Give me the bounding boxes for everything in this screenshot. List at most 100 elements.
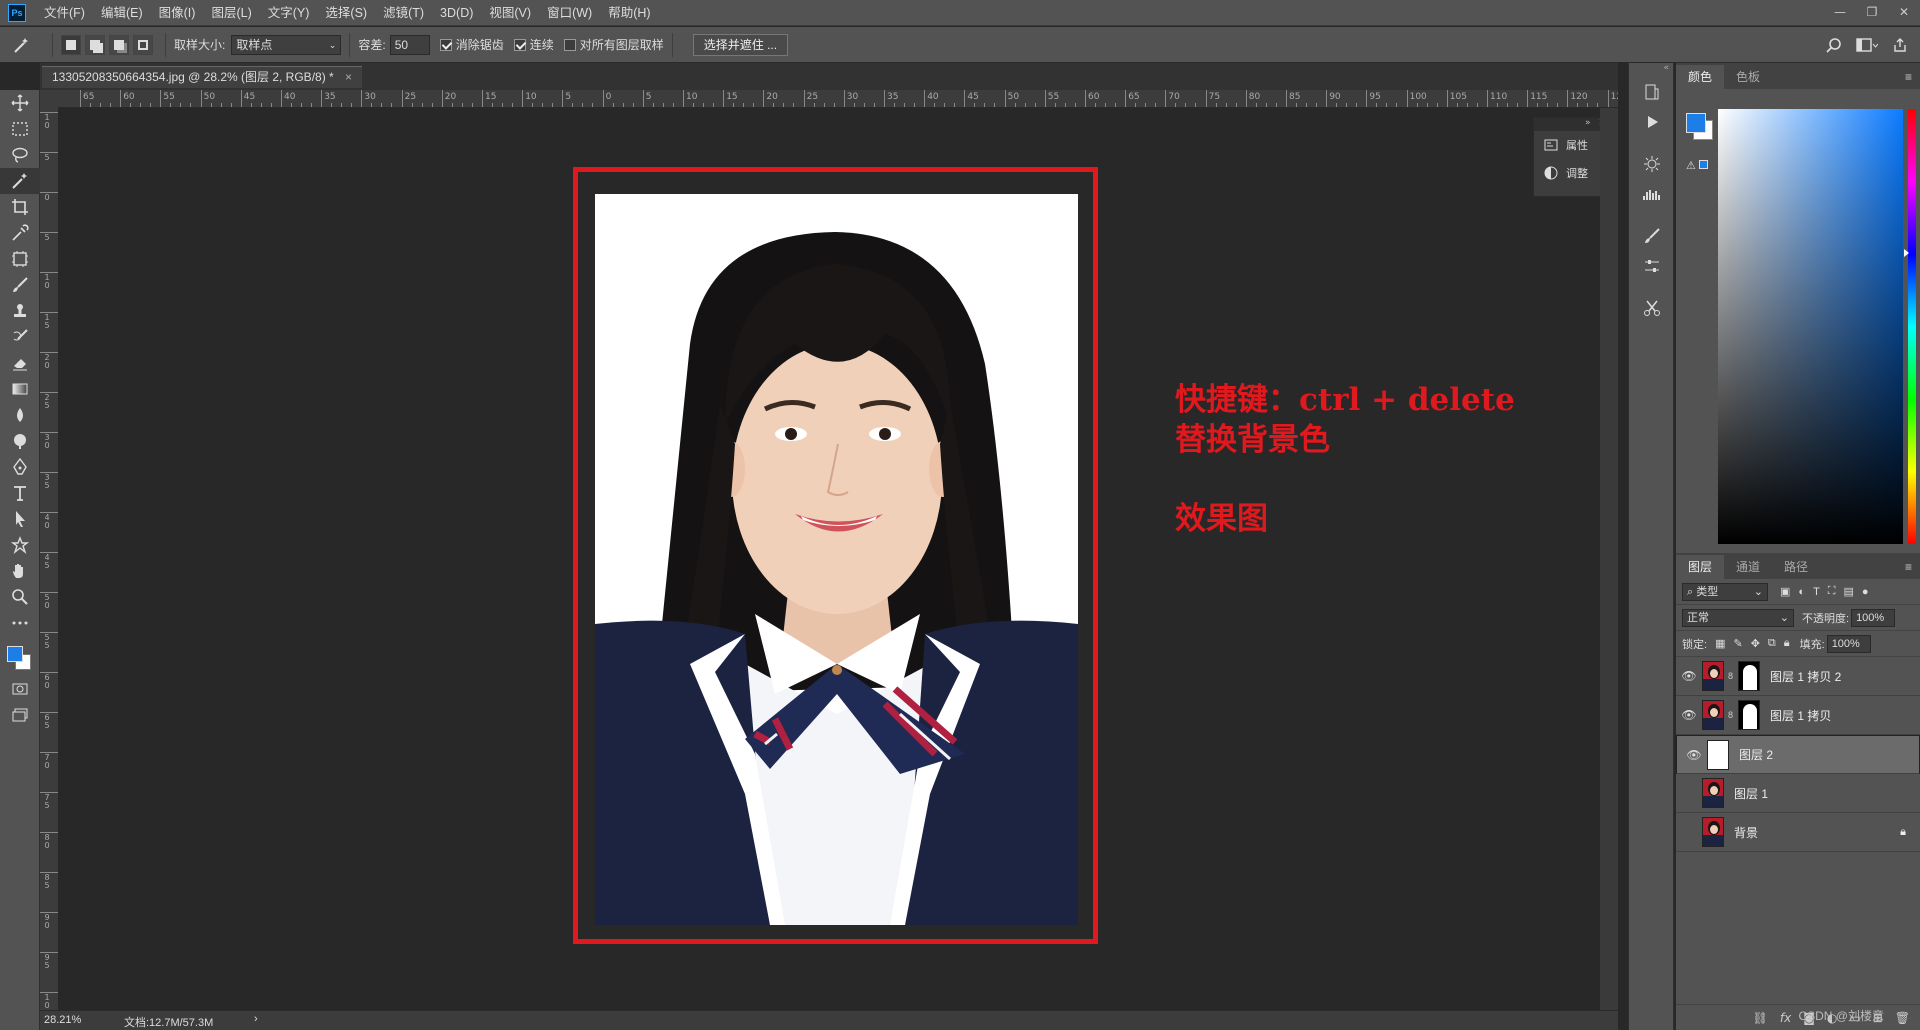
panel-menu-icon[interactable]: ≡	[1905, 65, 1920, 89]
blend-mode-select[interactable]: 正常 ⌄	[1682, 608, 1794, 627]
pen-tool[interactable]	[0, 454, 40, 480]
menu-3d[interactable]: 3D(D)	[432, 0, 481, 26]
close-tab-icon[interactable]: ×	[345, 70, 352, 84]
lock-artboard-icon[interactable]: ⧉	[1768, 637, 1776, 650]
gamut-warning-icon[interactable]: ⚠	[1686, 159, 1708, 172]
new-selection-button[interactable]	[61, 34, 81, 55]
blur-tool[interactable]	[0, 402, 40, 428]
lock-position-icon[interactable]: ✥	[1751, 637, 1760, 650]
filter-adjustment-icon[interactable]: ◐	[1798, 586, 1805, 598]
layer-row[interactable]: 👁︎ 8 图层 1 拷贝 2	[1676, 657, 1920, 696]
brush-tool[interactable]	[0, 272, 40, 298]
share-icon[interactable]	[1892, 37, 1908, 53]
screen-mode-button[interactable]	[0, 702, 40, 728]
magic-wand-tool[interactable]	[0, 168, 40, 194]
menu-help[interactable]: 帮助(H)	[600, 0, 658, 26]
tab-color[interactable]: 颜色	[1676, 65, 1725, 89]
menu-file[interactable]: 文件(F)	[36, 0, 93, 26]
hue-slider-handle[interactable]	[1904, 249, 1909, 257]
zoom-level[interactable]: 28.21%	[44, 1014, 81, 1026]
stamp-tool[interactable]	[0, 298, 40, 324]
document-tab[interactable]: 13305208350664354.jpg @ 28.2% (图层 2, RGB…	[42, 66, 363, 88]
menu-image[interactable]: 图像(I)	[151, 0, 204, 26]
more-tools[interactable]	[0, 610, 40, 636]
path-select-tool[interactable]	[0, 506, 40, 532]
mask-link-icon[interactable]: 8	[1728, 710, 1736, 720]
navigator-panel-button[interactable]	[1629, 149, 1675, 179]
lock-all-icon[interactable]: 🔒︎	[1784, 637, 1790, 650]
mask-link-icon[interactable]: 8	[1728, 671, 1736, 681]
lock-pixels-icon[interactable]: ✎	[1733, 637, 1742, 650]
gradient-tool[interactable]	[0, 376, 40, 402]
menu-filter[interactable]: 滤镜(T)	[375, 0, 432, 26]
shape-tool[interactable]	[0, 532, 40, 558]
layer-mask-thumbnail[interactable]	[1738, 700, 1760, 730]
visibility-eye-icon[interactable]: 👁︎	[1676, 825, 1702, 839]
histogram-panel-button[interactable]	[1629, 179, 1675, 209]
layer-row[interactable]: 👁︎ 8 图层 1 拷贝	[1676, 696, 1920, 735]
color-foreground-swatch[interactable]	[1686, 113, 1706, 133]
layer-mask-thumbnail[interactable]	[1738, 661, 1760, 691]
menu-view[interactable]: 视图(V)	[481, 0, 539, 26]
filter-smart-icon[interactable]: ▤	[1844, 585, 1854, 598]
layer-row[interactable]: 👁︎ 背景 🔒︎	[1676, 813, 1920, 852]
lasso-tool[interactable]	[0, 142, 40, 168]
workspace-icon[interactable]	[1856, 37, 1878, 53]
sample-size-select[interactable]: 取样点 ⌄	[231, 34, 342, 55]
link-icon[interactable]: ⛓	[1753, 1011, 1768, 1025]
hue-slider[interactable]	[1908, 109, 1916, 544]
add-selection-button[interactable]	[85, 34, 105, 55]
filter-toggle-icon[interactable]: ●	[1862, 586, 1869, 598]
dodge-tool[interactable]	[0, 428, 40, 454]
actions-panel-button[interactable]	[1629, 107, 1675, 137]
lock-icon[interactable]: 🔒︎	[1900, 826, 1906, 839]
marquee-tool[interactable]	[0, 116, 40, 142]
color-picker-field[interactable]	[1718, 109, 1903, 544]
dock-collapse-icon[interactable]: «	[1629, 63, 1673, 77]
layers-menu-icon[interactable]: ≡	[1905, 555, 1920, 579]
vertical-scrollbar[interactable]	[1600, 108, 1618, 1010]
filter-type-icon[interactable]: T	[1813, 586, 1820, 598]
lock-transparent-icon[interactable]: ▦	[1715, 637, 1725, 650]
tab-swatches[interactable]: 色板	[1724, 65, 1772, 89]
brush-settings-button[interactable]	[1629, 221, 1675, 251]
quick-mask-button[interactable]	[0, 676, 40, 702]
color-swatches[interactable]	[0, 636, 39, 676]
fx-icon[interactable]: fx	[1780, 1011, 1791, 1025]
visibility-eye-icon[interactable]: 👁︎	[1681, 746, 1707, 764]
select-and-mask-button[interactable]: 选择并遮住 ...	[692, 33, 789, 56]
minimize-button[interactable]: —	[1824, 0, 1856, 26]
clone-source-button[interactable]	[1629, 293, 1675, 323]
history-brush-tool[interactable]	[0, 324, 40, 350]
trash-icon[interactable]: 🗑︎	[1895, 1011, 1910, 1025]
eyedropper-tool[interactable]	[0, 220, 40, 246]
hand-tool[interactable]	[0, 558, 40, 584]
tolerance-input[interactable]: 50	[389, 34, 430, 55]
menu-select[interactable]: 选择(S)	[317, 0, 375, 26]
close-button[interactable]: ✕	[1888, 0, 1920, 26]
antialias-checkbox[interactable]	[439, 38, 452, 51]
eraser-tool[interactable]	[0, 350, 40, 376]
menu-edit[interactable]: 编辑(E)	[93, 0, 151, 26]
filter-shape-icon[interactable]: ⛶	[1828, 585, 1836, 598]
type-tool[interactable]	[0, 480, 40, 506]
subtract-selection-button[interactable]	[109, 34, 129, 55]
sample-all-layers-checkbox[interactable]	[563, 38, 576, 51]
properties-button[interactable]: 属性	[1534, 131, 1610, 159]
layer-row[interactable]: 👁︎ 图层 1	[1676, 774, 1920, 813]
tool-presets-button[interactable]	[1629, 251, 1675, 281]
menu-type[interactable]: 文字(Y)	[260, 0, 318, 26]
tab-paths[interactable]: 路径	[1772, 555, 1820, 579]
layer-filter-select[interactable]: ⌕ 类型 ⌄	[1682, 582, 1768, 601]
tab-layers[interactable]: 图层	[1676, 555, 1725, 579]
history-panel-button[interactable]	[1629, 77, 1675, 107]
fill-input[interactable]: 100%	[1826, 634, 1871, 653]
filter-pixel-icon[interactable]: ▣	[1780, 585, 1790, 598]
tab-channels[interactable]: 通道	[1724, 555, 1772, 579]
menu-layer[interactable]: 图层(L)	[203, 0, 259, 26]
zoom-tool[interactable]	[0, 584, 40, 610]
search-icon[interactable]	[1826, 37, 1842, 53]
menu-window[interactable]: 窗口(W)	[539, 0, 600, 26]
layer-row[interactable]: 👁︎ 图层 2	[1676, 735, 1920, 774]
move-tool[interactable]	[0, 90, 40, 116]
